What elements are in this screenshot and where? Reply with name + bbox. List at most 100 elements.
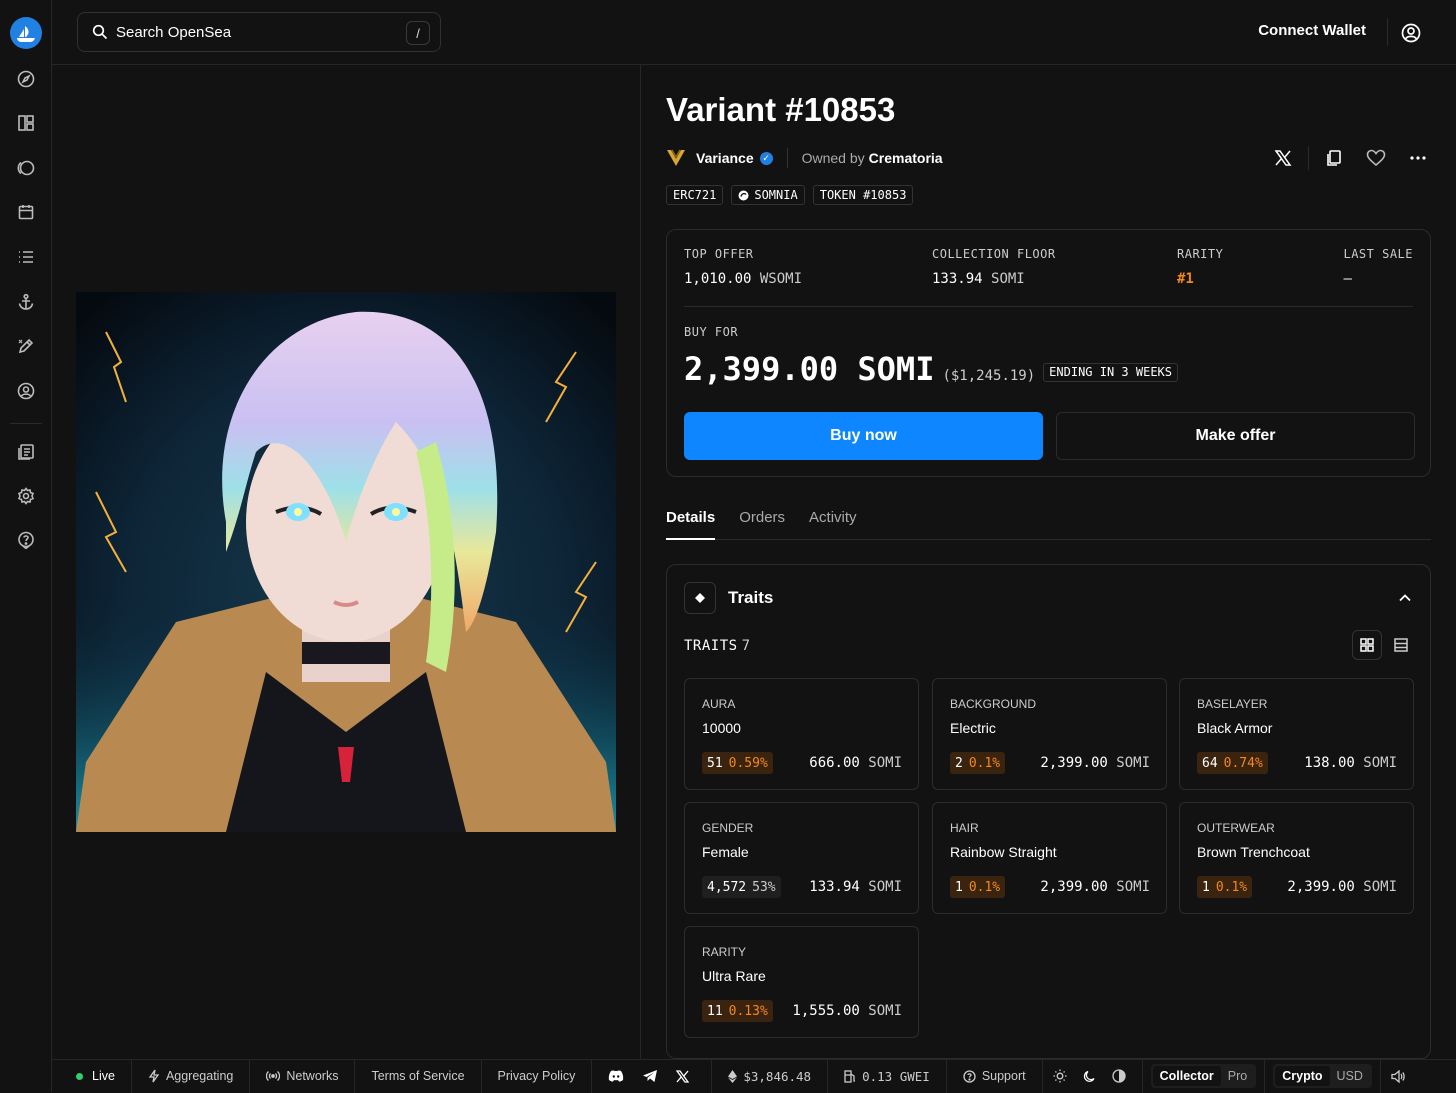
- gas-price[interactable]: 0.13 GWEI: [828, 1059, 947, 1093]
- trait-count: 64: [1202, 755, 1218, 771]
- rarity-stat: RARITY #1: [1177, 247, 1223, 287]
- list-view-icon[interactable]: [1386, 630, 1416, 660]
- rarity-value[interactable]: #1: [1177, 271, 1223, 287]
- support-link[interactable]: Support: [947, 1059, 1043, 1093]
- aggregating-status[interactable]: Aggregating: [132, 1059, 251, 1093]
- floor-label: COLLECTION FLOOR: [932, 247, 1056, 261]
- collapse-chevron-up-icon[interactable]: [1398, 591, 1412, 605]
- collection-row: Variance ✓ Owned by Crematoria: [666, 147, 943, 169]
- favorite-heart-icon[interactable]: [1363, 145, 1389, 171]
- live-status[interactable]: Live: [52, 1059, 132, 1093]
- last-sale-value: –: [1343, 271, 1352, 287]
- pro-mode-option[interactable]: Pro: [1221, 1066, 1254, 1086]
- usd-currency-option[interactable]: USD: [1330, 1066, 1370, 1086]
- light-mode-sun-icon[interactable]: [1053, 1069, 1067, 1083]
- tokens-icon[interactable]: [15, 157, 37, 179]
- trait-count: 51: [707, 755, 723, 771]
- x-share-icon[interactable]: [1270, 145, 1296, 171]
- eth-price[interactable]: $3,846.48: [712, 1059, 829, 1093]
- terms-link[interactable]: Terms of Service: [355, 1059, 482, 1093]
- trait-type: OUTERWEAR: [1197, 821, 1275, 835]
- discover-icon[interactable]: [15, 68, 37, 90]
- telegram-icon[interactable]: [642, 1069, 658, 1083]
- item-actions: [1270, 145, 1431, 171]
- settings-gear-icon[interactable]: [15, 485, 37, 507]
- last-sale-stat: LAST SALE –: [1343, 247, 1413, 287]
- collector-mode-option[interactable]: Collector: [1152, 1066, 1221, 1086]
- system-theme-icon[interactable]: [1111, 1069, 1126, 1083]
- owned-by-label: Owned by: [801, 150, 865, 166]
- trait-value: Ultra Rare: [702, 968, 766, 984]
- grid-view-icon[interactable]: [1352, 630, 1382, 660]
- traits-title: Traits: [728, 588, 774, 607]
- trait-card[interactable]: BASELAYER Black Armor 64 0.74% 138.00 SOMI: [1179, 678, 1414, 790]
- search-input[interactable]: Search OpenSea /: [77, 12, 441, 52]
- crypto-currency-option[interactable]: Crypto: [1275, 1066, 1330, 1086]
- standard-tag[interactable]: ERC721: [666, 185, 724, 205]
- privacy-link[interactable]: Privacy Policy: [482, 1059, 593, 1093]
- connect-wallet-button[interactable]: Connect Wallet: [1258, 22, 1366, 39]
- trait-card[interactable]: AURA 10000 51 0.59% 666.00 SOMI: [684, 678, 919, 790]
- more-options-icon[interactable]: [1405, 145, 1431, 171]
- chain-tag[interactable]: SOMNIA: [731, 185, 805, 205]
- detail-tabs: Details Orders Activity: [666, 507, 1431, 540]
- collections-icon[interactable]: [15, 112, 37, 134]
- trait-count: 11: [707, 1003, 723, 1019]
- top-offer-value[interactable]: 1,010.00 WSOMI: [684, 271, 802, 287]
- tab-activity[interactable]: Activity: [809, 507, 857, 540]
- trait-card[interactable]: RARITY Ultra Rare 11 0.13% 1,555.00 SOMI: [684, 926, 919, 1038]
- trait-rarity-badge: 1 0.1%: [1197, 876, 1253, 898]
- traits-panel: Traits TRAITS 7 AURA 10000 51 0.59% 666.00 SO…: [666, 564, 1431, 1059]
- calendar-icon[interactable]: [15, 201, 37, 223]
- trait-card[interactable]: BACKGROUND Electric 2 0.1% 2,399.00 SOMI: [932, 678, 1167, 790]
- price-stats-card: TOP OFFER 1,010.00 WSOMI COLLECTION FLOO…: [666, 229, 1431, 477]
- networks-link[interactable]: Networks: [250, 1059, 356, 1093]
- trait-value: Electric: [950, 720, 996, 736]
- price-usd: ($1,245.19): [942, 368, 1036, 384]
- theme-switcher: [1043, 1059, 1143, 1093]
- traits-count: TRAITS 7: [684, 638, 751, 654]
- trait-percent: 0.13%: [728, 1003, 768, 1019]
- buy-now-button[interactable]: Buy now: [684, 412, 1043, 460]
- trait-card[interactable]: HAIR Rainbow Straight 1 0.1% 2,399.00 SOMI: [932, 802, 1167, 914]
- anchor-icon[interactable]: [15, 291, 37, 313]
- trait-card[interactable]: OUTERWEAR Brown Trenchcoat 1 0.1% 2,399.00 S…: [1179, 802, 1414, 914]
- owner-link[interactable]: Crematoria: [869, 150, 943, 166]
- collection-logo-icon[interactable]: [666, 149, 686, 167]
- floor-value: 133.94 SOMI: [932, 271, 1025, 287]
- opensea-logo-icon[interactable]: [10, 17, 42, 49]
- help-icon[interactable]: [15, 529, 37, 551]
- activity-list-icon[interactable]: [15, 246, 37, 268]
- profile-icon[interactable]: [15, 380, 37, 402]
- lightning-icon: [148, 1069, 160, 1083]
- copy-icon[interactable]: [1321, 145, 1347, 171]
- x-icon[interactable]: [676, 1069, 690, 1083]
- currency-toggle: Crypto USD: [1265, 1059, 1381, 1093]
- trait-percent: 0.1%: [968, 879, 1001, 895]
- collection-link[interactable]: Variance: [696, 150, 754, 166]
- trait-value: Black Armor: [1197, 720, 1273, 736]
- sound-toggle[interactable]: [1381, 1060, 1421, 1093]
- make-offer-button[interactable]: Make offer: [1056, 412, 1415, 460]
- buy-for-label: BUY FOR: [684, 325, 739, 339]
- stats-divider: [684, 306, 1413, 307]
- trait-type: GENDER: [702, 821, 754, 835]
- create-icon[interactable]: [15, 335, 37, 357]
- tab-orders[interactable]: Orders: [739, 507, 785, 540]
- discord-icon[interactable]: [608, 1070, 624, 1082]
- trait-rarity-badge: 11 0.13%: [702, 1000, 773, 1022]
- docs-icon[interactable]: [15, 441, 37, 463]
- price-amount: 2,399.00 SOMI: [684, 350, 935, 388]
- token-id-tag[interactable]: TOKEN #10853: [812, 185, 914, 205]
- top-offer-stat: TOP OFFER 1,010.00 WSOMI: [684, 247, 802, 287]
- tab-details[interactable]: Details: [666, 507, 716, 540]
- trait-percent: 0.1%: [968, 755, 1001, 771]
- traits-header[interactable]: Traits: [684, 582, 773, 614]
- nft-image[interactable]: [76, 292, 616, 832]
- account-icon[interactable]: [1400, 22, 1422, 44]
- trait-floor-price: 2,399.00 SOMI: [1040, 879, 1150, 895]
- trait-card[interactable]: GENDER Female 4,572 53% 133.94 SOMI: [684, 802, 919, 914]
- dark-mode-moon-icon[interactable]: [1083, 1070, 1096, 1083]
- media-pane: [52, 65, 641, 1059]
- trait-value: Brown Trenchcoat: [1197, 844, 1310, 860]
